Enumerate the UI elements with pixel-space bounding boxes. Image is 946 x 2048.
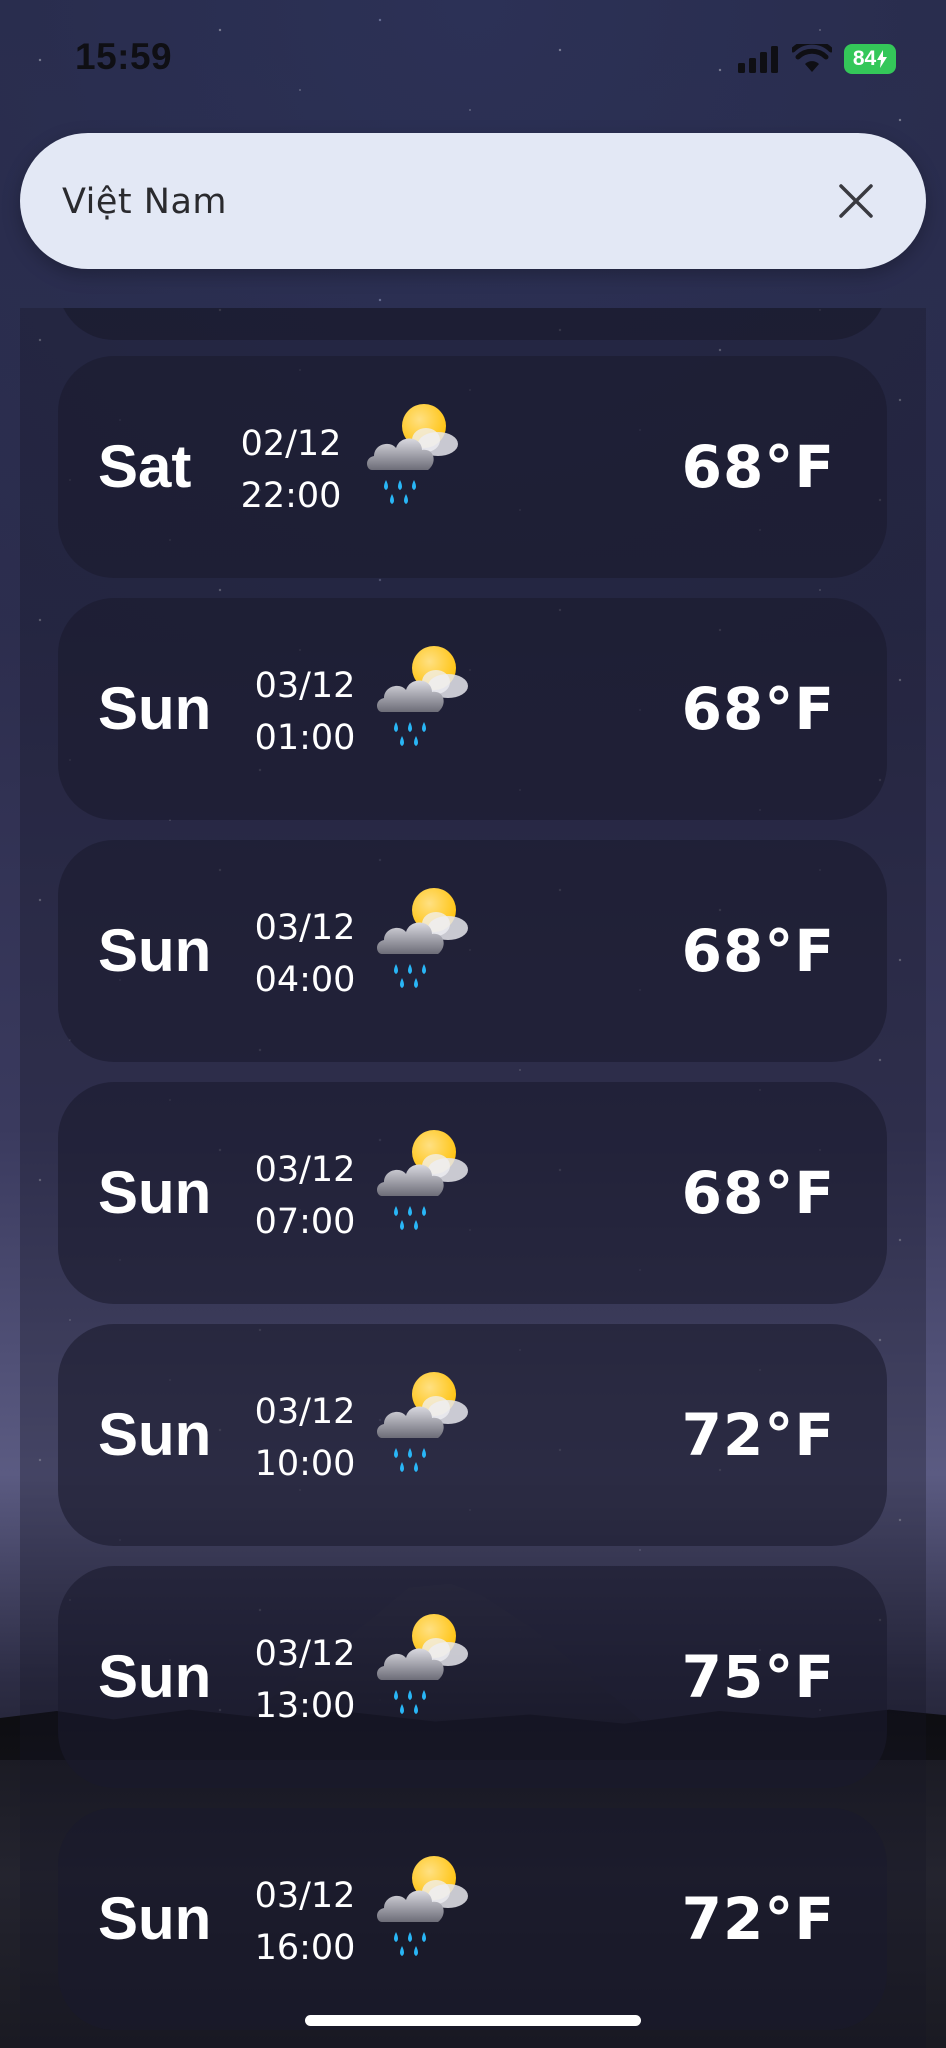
forecast-day: Sun bbox=[98, 675, 212, 742]
forecast-row: Sun 03/12 16:00 72°F bbox=[58, 1808, 887, 2030]
forecast-row: Sat 02/12 22:00 68°F bbox=[58, 356, 887, 578]
forecast-temperature: 72°F bbox=[681, 1401, 835, 1469]
forecast-time: 04:00 bbox=[254, 960, 356, 1000]
forecast-row: Sun 03/12 10:00 72°F bbox=[58, 1324, 887, 1546]
clear-search-button[interactable] bbox=[828, 173, 884, 229]
forecast-time: 01:00 bbox=[254, 718, 356, 758]
cellular-signal-icon bbox=[738, 46, 778, 73]
forecast-day: Sun bbox=[98, 1643, 212, 1710]
forecast-datetime: 03/12 10:00 bbox=[240, 1386, 370, 1490]
forecast-time: 10:00 bbox=[254, 1444, 356, 1484]
battery-level: 84 bbox=[852, 47, 877, 70]
status-time: 15:59 bbox=[75, 36, 173, 77]
rain-sun-cloud-icon bbox=[366, 880, 486, 1000]
rain-sun-cloud-icon bbox=[366, 1848, 486, 1968]
hourly-forecast-list[interactable]: Sat 02/12 22:00 68°F Sun 03/12 01:00 68°F Sun 03/… bbox=[20, 308, 926, 2048]
forecast-time: 22:00 bbox=[240, 476, 342, 516]
forecast-date: 03/12 bbox=[254, 1634, 356, 1674]
status-icons: 84 bbox=[738, 44, 896, 74]
forecast-datetime: 03/12 04:00 bbox=[240, 902, 370, 1006]
forecast-day: Sun bbox=[98, 1885, 212, 1952]
forecast-datetime: 03/12 01:00 bbox=[240, 660, 370, 764]
charging-bolt-icon bbox=[877, 50, 888, 68]
close-icon bbox=[839, 184, 873, 218]
forecast-datetime: 03/12 07:00 bbox=[240, 1144, 370, 1248]
forecast-date: 03/12 bbox=[254, 908, 356, 948]
forecast-time: 13:00 bbox=[254, 1686, 356, 1726]
forecast-temperature: 68°F bbox=[681, 917, 835, 985]
forecast-day: Sun bbox=[98, 1401, 212, 1468]
forecast-row: Sun 03/12 01:00 68°F bbox=[58, 598, 887, 820]
forecast-date: 02/12 bbox=[240, 424, 342, 464]
status-bar: 15:59 84 bbox=[0, 0, 946, 120]
forecast-temperature: 68°F bbox=[681, 1159, 835, 1227]
forecast-date: 03/12 bbox=[254, 1392, 356, 1432]
battery-indicator: 84 bbox=[844, 44, 896, 74]
location-search-input[interactable] bbox=[60, 133, 804, 271]
forecast-datetime: 03/12 13:00 bbox=[240, 1628, 370, 1732]
forecast-row-partial bbox=[58, 308, 887, 340]
forecast-day: Sun bbox=[98, 917, 212, 984]
forecast-date: 03/12 bbox=[254, 1150, 356, 1190]
forecast-temperature: 75°F bbox=[681, 1643, 835, 1711]
forecast-datetime: 03/12 16:00 bbox=[240, 1870, 370, 1974]
location-search-bar bbox=[20, 133, 926, 271]
rain-sun-cloud-icon bbox=[356, 396, 476, 516]
rain-sun-cloud-icon bbox=[366, 1122, 486, 1242]
forecast-row: Sun 03/12 07:00 68°F bbox=[58, 1082, 887, 1304]
wifi-icon bbox=[792, 44, 832, 72]
forecast-row: Sun 03/12 13:00 75°F bbox=[58, 1566, 887, 1788]
forecast-temperature: 68°F bbox=[681, 433, 835, 501]
forecast-time: 16:00 bbox=[254, 1928, 356, 1968]
forecast-row: Sun 03/12 04:00 68°F bbox=[58, 840, 887, 1062]
forecast-datetime: 02/12 22:00 bbox=[226, 418, 356, 522]
forecast-temperature: 72°F bbox=[681, 1885, 835, 1953]
home-indicator[interactable] bbox=[305, 2015, 641, 2026]
forecast-day: Sun bbox=[98, 1159, 212, 1226]
forecast-temperature: 68°F bbox=[681, 675, 835, 743]
forecast-day: Sat bbox=[98, 433, 192, 500]
rain-sun-cloud-icon bbox=[366, 1364, 486, 1484]
forecast-date: 03/12 bbox=[254, 1876, 356, 1916]
rain-sun-cloud-icon bbox=[366, 638, 486, 758]
forecast-date: 03/12 bbox=[254, 666, 356, 706]
rain-sun-cloud-icon bbox=[366, 1606, 486, 1726]
forecast-time: 07:00 bbox=[254, 1202, 356, 1242]
